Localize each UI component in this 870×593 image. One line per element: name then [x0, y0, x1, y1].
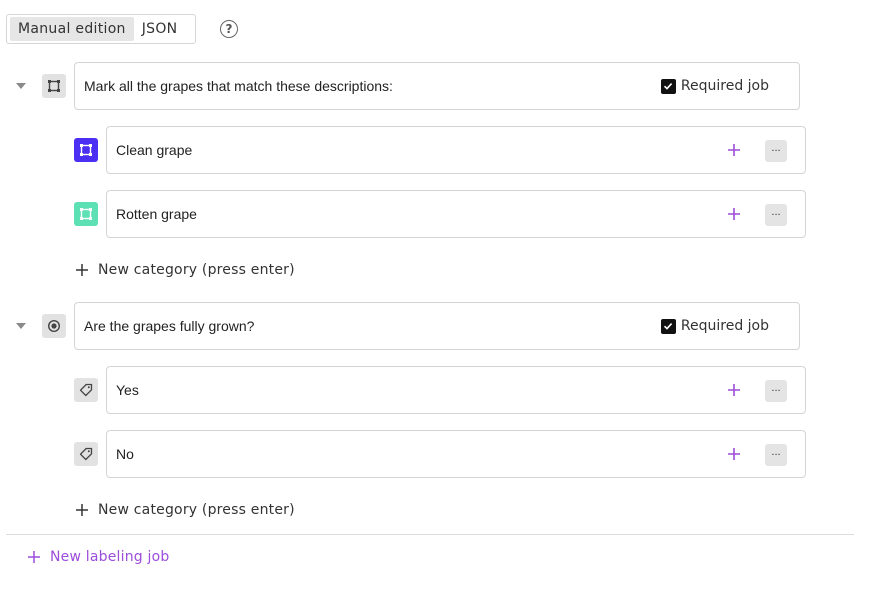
collapse-chevron-icon[interactable]: [16, 323, 26, 329]
new-category-button[interactable]: New category (press enter): [76, 262, 295, 278]
new-category-button[interactable]: New category (press enter): [76, 502, 295, 518]
category-field[interactable]: No ...: [106, 430, 806, 478]
add-subjob-plus-icon[interactable]: [725, 445, 743, 463]
category-label: Rotten grape: [116, 206, 197, 222]
radio-icon: [42, 314, 66, 338]
new-labeling-job-button[interactable]: New labeling job: [28, 549, 170, 565]
category-field[interactable]: Yes ...: [106, 366, 806, 414]
required-job-checkbox[interactable]: Required job: [660, 318, 769, 334]
add-subjob-plus-icon[interactable]: [725, 141, 743, 159]
required-job-checkbox[interactable]: Required job: [660, 78, 769, 94]
add-subjob-plus-icon[interactable]: [725, 205, 743, 223]
category-label: Clean grape: [116, 142, 193, 158]
new-category-label: New category (press enter): [98, 502, 295, 518]
new-category-label: New category (press enter): [98, 262, 295, 278]
tab-json[interactable]: JSON: [134, 17, 186, 41]
category-field[interactable]: Rotten grape ...: [106, 190, 806, 238]
tag-icon[interactable]: [74, 442, 98, 466]
category-label: No: [116, 446, 134, 462]
job-title: Mark all the grapes that match these des…: [84, 78, 393, 94]
more-options-button[interactable]: ...: [765, 140, 787, 162]
more-options-button[interactable]: ...: [765, 444, 787, 466]
add-subjob-plus-icon[interactable]: [725, 381, 743, 399]
checkbox-checked-icon: [660, 78, 676, 94]
bounding-box-icon[interactable]: [74, 202, 98, 226]
more-options-button[interactable]: ...: [765, 204, 787, 226]
job-title-field[interactable]: Mark all the grapes that match these des…: [74, 62, 800, 110]
checkbox-checked-icon: [660, 318, 676, 334]
edition-mode-toggle: Manual edition JSON: [6, 14, 196, 44]
category-label: Yes: [116, 382, 139, 398]
plus-icon: [76, 264, 88, 276]
collapse-chevron-icon[interactable]: [16, 83, 26, 89]
tab-manual-edition[interactable]: Manual edition: [10, 17, 134, 41]
divider: [6, 534, 854, 535]
bounding-box-icon: [42, 74, 66, 98]
tag-icon[interactable]: [74, 378, 98, 402]
required-job-label: Required job: [680, 318, 769, 334]
category-field[interactable]: Clean grape ...: [106, 126, 806, 174]
new-labeling-job-label: New labeling job: [50, 549, 170, 565]
plus-icon: [76, 504, 88, 516]
more-options-button[interactable]: ...: [765, 380, 787, 402]
job-title: Are the grapes fully grown?: [84, 318, 255, 334]
job-title-field[interactable]: Are the grapes fully grown? Required job: [74, 302, 800, 350]
help-icon[interactable]: ?: [220, 20, 238, 38]
bounding-box-icon[interactable]: [74, 138, 98, 162]
required-job-label: Required job: [680, 78, 769, 94]
plus-icon: [28, 551, 40, 563]
